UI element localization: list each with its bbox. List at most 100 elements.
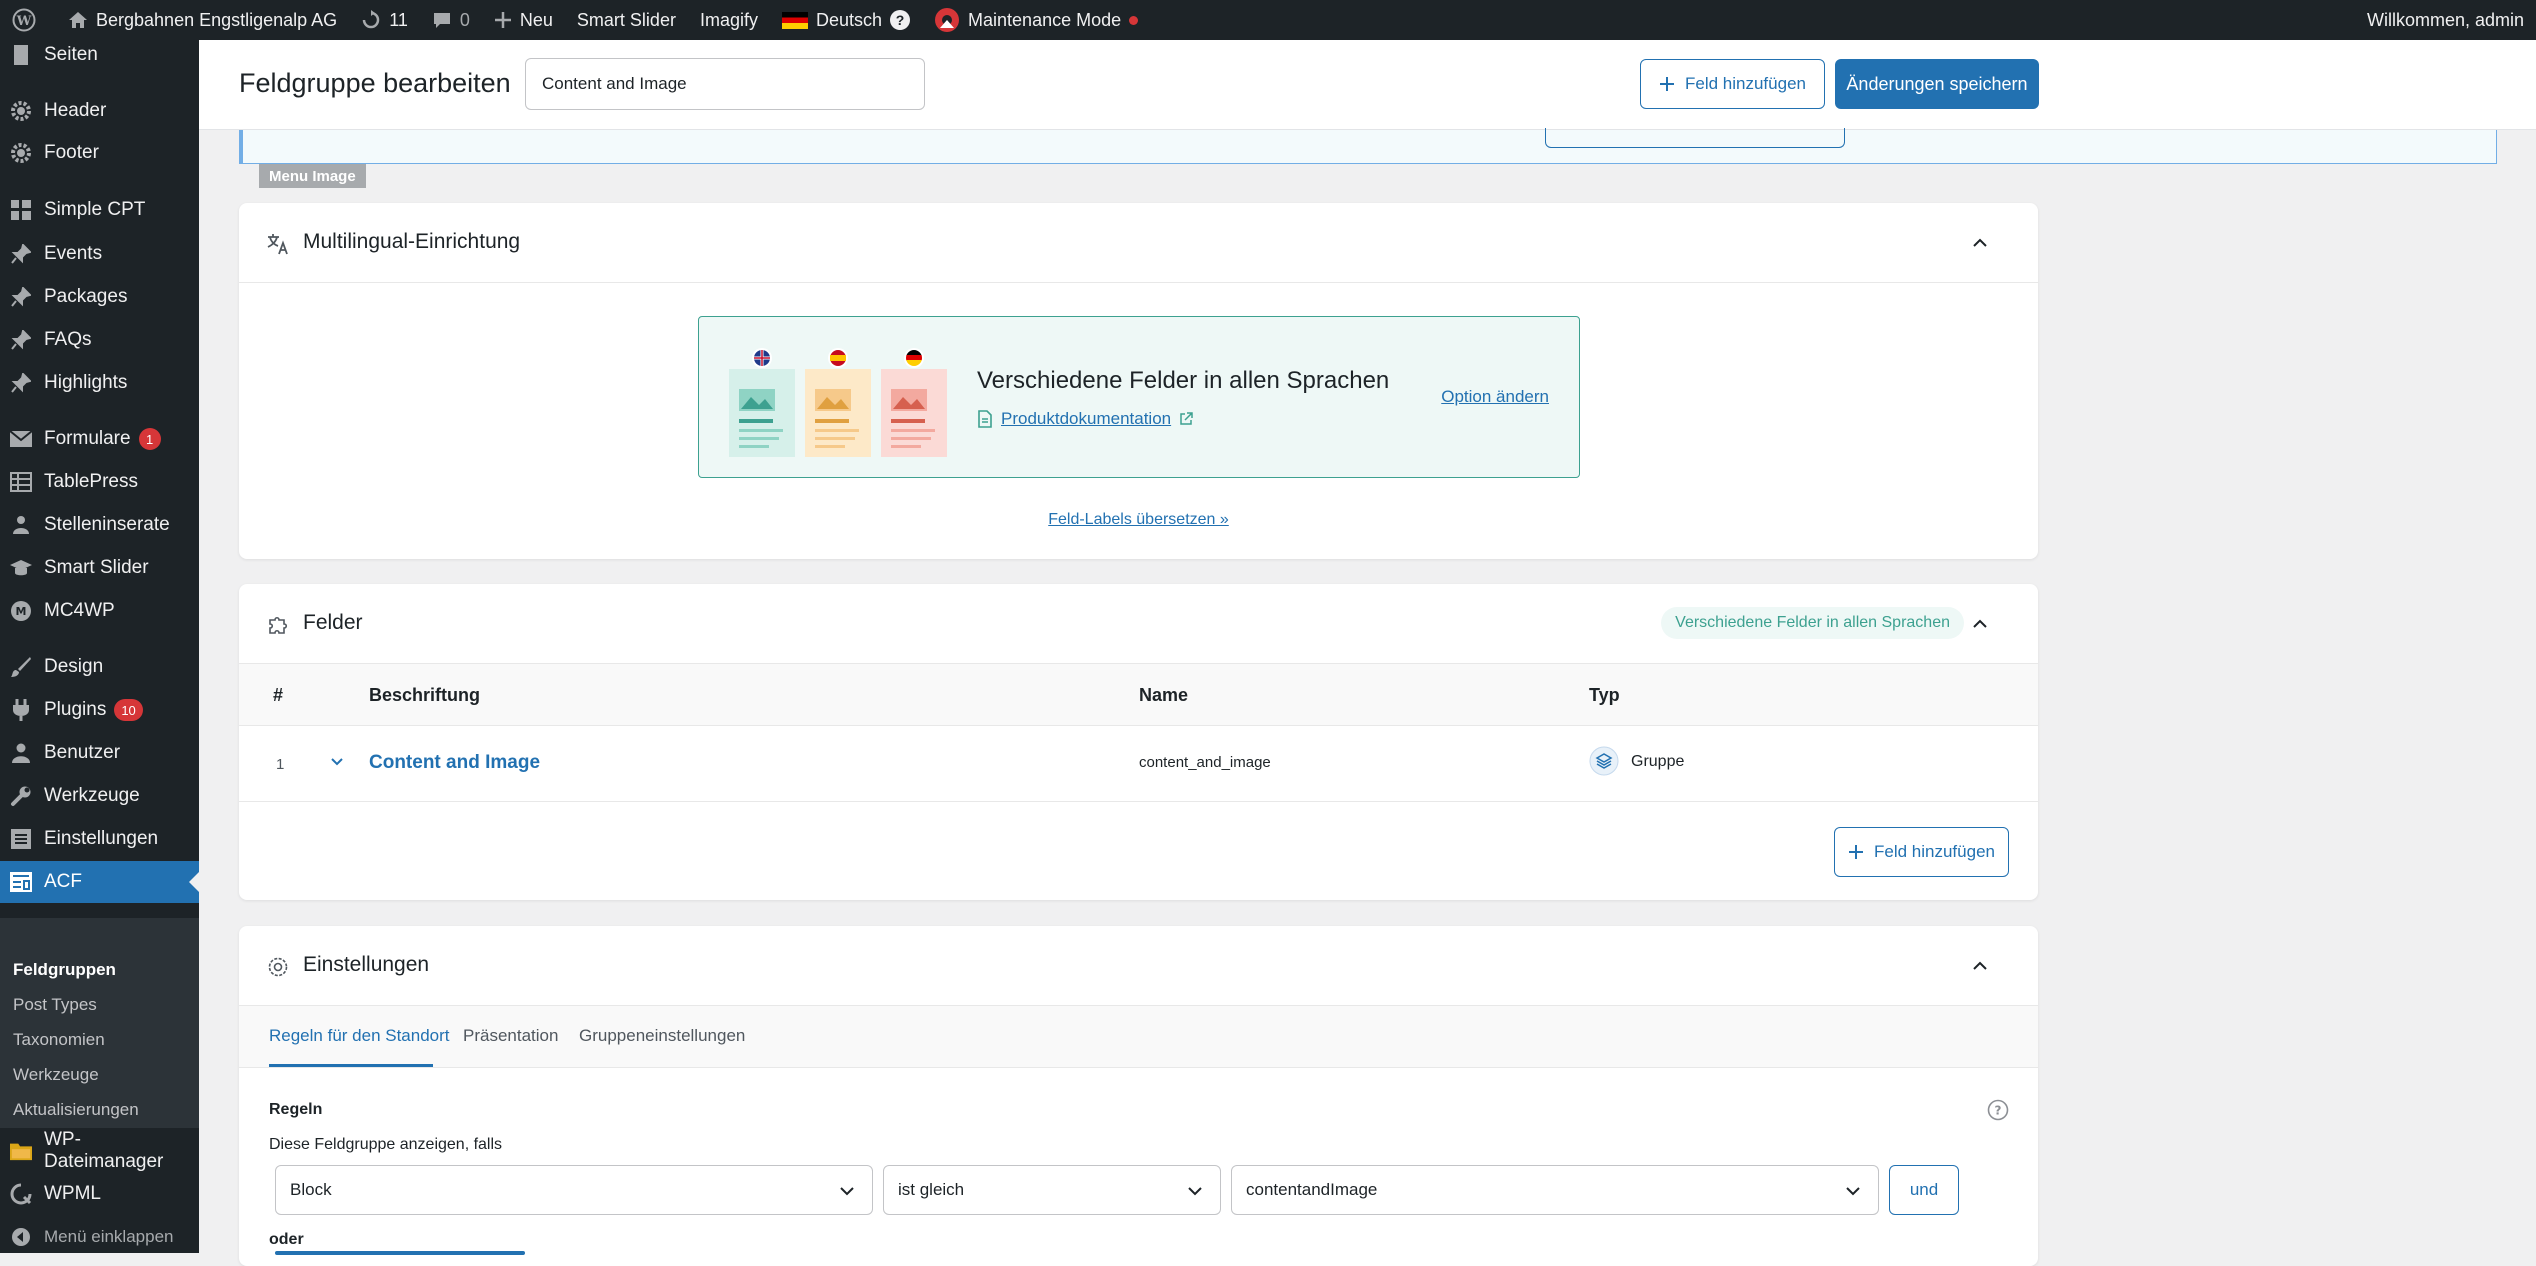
comments-link[interactable]: 0 <box>420 0 482 40</box>
menu-item-formulare[interactable]: Formulare 1 <box>0 418 199 460</box>
menu-label: Benutzer <box>44 742 121 763</box>
menu-label: FAQs <box>44 329 92 350</box>
puzzle-icon <box>269 616 288 634</box>
column-type: Typ <box>1589 685 1620 705</box>
menu-item-tablepress[interactable]: TablePress <box>0 461 199 503</box>
submenu-werkzeuge[interactable]: Werkzeuge <box>13 1065 99 1085</box>
menu-item-faqs[interactable]: FAQs <box>0 319 199 361</box>
account-link[interactable]: Willkommen, admin <box>2355 0 2536 40</box>
updates-link[interactable]: 11 <box>349 0 420 40</box>
menu-label: Header <box>44 100 107 121</box>
chevron-down-icon <box>1188 1187 1202 1196</box>
submenu-feldgruppen[interactable]: Feldgruppen <box>13 960 116 980</box>
help-icon: ? <box>890 10 911 30</box>
chevron-up-icon[interactable] <box>1970 956 1990 976</box>
menu-item-highlights[interactable]: Highlights <box>0 362 199 404</box>
menu-item-werkzeuge[interactable]: Werkzeuge <box>0 775 199 817</box>
notice-button[interactable] <box>1545 128 1845 148</box>
smart-slider-link[interactable]: Smart Slider <box>565 0 688 40</box>
brush-icon <box>10 656 32 678</box>
menu-label: WPML <box>44 1183 101 1204</box>
welcome-text: Willkommen, admin <box>2366 9 2524 30</box>
menu-item-seiten[interactable]: Seiten <box>0 34 199 76</box>
maintenance-label: Maintenance Mode <box>968 9 1122 30</box>
change-option-link[interactable]: Option ändern <box>1441 387 1549 407</box>
pin-icon <box>10 286 32 308</box>
help-icon[interactable]: ? <box>1987 1099 2009 1121</box>
grid-icon <box>10 199 32 221</box>
translate-field-labels-link[interactable]: Feld-Labels übersetzen » <box>239 511 2038 529</box>
field-label-link[interactable]: Content and Image <box>369 752 540 774</box>
german-flag-icon <box>781 11 808 29</box>
rule-param-select[interactable]: Block <box>275 1165 873 1215</box>
menu-item-smart-slider[interactable]: Smart Slider <box>0 547 199 589</box>
notice-box <box>239 128 2497 164</box>
multilingual-title: Multilingual-Einrichtung <box>303 230 521 253</box>
chevron-up-icon[interactable] <box>1970 614 1990 634</box>
menu-item-simple-cpt[interactable]: Simple CPT <box>0 189 199 231</box>
updates-count: 11 <box>389 9 408 30</box>
wpml-icon <box>10 1183 32 1205</box>
menu-item-wpml[interactable]: WPML <box>0 1173 199 1215</box>
menu-label: WP-Dateimanager <box>44 1129 164 1172</box>
imagify-link[interactable]: Imagify <box>688 0 770 40</box>
fields-panel-header[interactable]: Felder Verschiedene Felder in allen Spra… <box>239 584 2038 664</box>
envelope-icon <box>10 428 32 450</box>
field-name: content_and_image <box>1139 754 1271 771</box>
field-group-title-input[interactable] <box>525 58 925 110</box>
chevron-up-icon[interactable] <box>1970 233 1990 253</box>
menu-label: Design <box>44 656 104 677</box>
tab-location-rules[interactable]: Regeln für den Standort <box>269 1026 450 1046</box>
settings-icon <box>10 828 32 850</box>
table-row[interactable]: 1 Content and Image content_and_image Gr… <box>239 726 2038 802</box>
menu-item-wp-dateimanager[interactable]: WP-Dateimanager <box>0 1129 199 1172</box>
settings-panel-header[interactable]: Einstellungen <box>239 926 2038 1006</box>
new-content-link[interactable]: Neu <box>482 0 565 40</box>
comments-count: 0 <box>459 9 470 30</box>
menu-item-acf[interactable]: ACF <box>0 861 199 903</box>
add-rule-group-button[interactable] <box>275 1251 525 1255</box>
cap-icon <box>10 557 32 579</box>
rule-operator-select[interactable]: ist gleich <box>883 1165 1221 1215</box>
admin-bar: W Bergbahnen Engstligenalp AG 11 0 Neu S… <box>0 0 2536 40</box>
and-rule-button[interactable]: und <box>1889 1165 1959 1215</box>
acf-icon <box>10 871 32 893</box>
menu-item-header[interactable]: Header <box>0 90 199 132</box>
save-changes-button[interactable]: Änderungen speichern <box>1835 59 2039 109</box>
menu-item-mc4wp[interactable]: M MC4WP <box>0 590 199 632</box>
product-documentation-link[interactable]: Produktdokumentation <box>977 409 1193 429</box>
menu-item-design[interactable]: Design <box>0 646 199 688</box>
chevron-down-icon[interactable] <box>329 754 345 770</box>
menu-item-stelleninserate[interactable]: Stelleninserate <box>0 504 199 546</box>
submenu-taxonomien[interactable]: Taxonomien <box>13 1030 105 1050</box>
formulare-badge: 1 <box>138 428 161 450</box>
menu-label: Plugins <box>44 699 107 720</box>
rule-param-value: Block <box>290 1180 332 1199</box>
menu-item-footer[interactable]: Footer <box>0 132 199 174</box>
submenu-post-types[interactable]: Post Types <box>13 995 97 1015</box>
language-switcher[interactable]: Deutsch ? <box>770 0 922 40</box>
field-type: Gruppe <box>1631 753 1685 770</box>
collapse-menu-button[interactable]: Menü einklappen <box>0 1216 199 1258</box>
add-field-bottom-button[interactable]: Feld hinzufügen <box>1834 827 2009 877</box>
rule-value-select[interactable]: contentandImage <box>1231 1165 1879 1215</box>
maintenance-mode-link[interactable]: Maintenance Mode <box>922 0 1150 40</box>
menu-item-plugins[interactable]: Plugins 10 <box>0 689 199 731</box>
page-title: Feldgruppe bearbeiten <box>239 68 511 98</box>
menu-label: Smart Slider <box>44 557 149 578</box>
menu-item-packages[interactable]: Packages <box>0 276 199 318</box>
status-dot-icon <box>1129 15 1139 25</box>
chevron-down-icon <box>1846 1187 1860 1196</box>
submenu-aktualisierungen[interactable]: Aktualisierungen <box>13 1100 139 1120</box>
add-field-button[interactable]: Feld hinzufügen <box>1640 59 1825 109</box>
menu-label: TablePress <box>44 471 138 492</box>
menu-item-benutzer[interactable]: Benutzer <box>0 732 199 774</box>
comment-icon <box>433 13 450 28</box>
tab-presentation[interactable]: Präsentation <box>463 1026 558 1046</box>
menu-item-einstellungen[interactable]: Einstellungen <box>0 818 199 860</box>
tab-group-settings[interactable]: Gruppeneinstellungen <box>579 1026 745 1046</box>
menu-item-events[interactable]: Events <box>0 233 199 275</box>
multilingual-panel-header[interactable]: Multilingual-Einrichtung <box>239 203 2038 283</box>
gear-icon <box>10 142 32 164</box>
add-field-label: Feld hinzufügen <box>1685 74 1806 93</box>
